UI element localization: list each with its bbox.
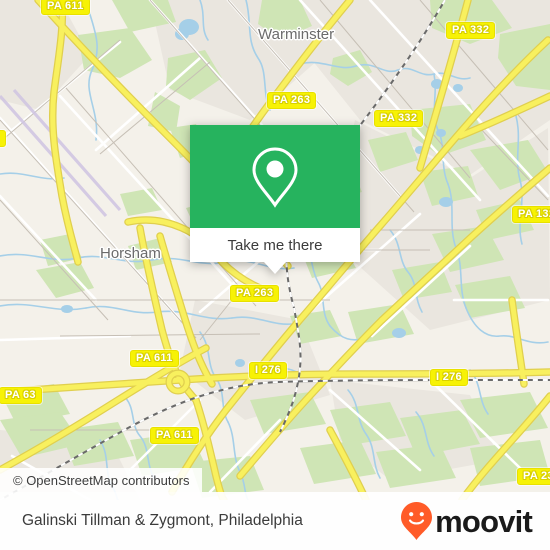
moovit-smiley-pin-icon bbox=[401, 502, 433, 540]
footer-bar: Galinski Tillman & Zygmont, Philadelphia… bbox=[0, 492, 550, 550]
location-callout-card[interactable]: Take me there bbox=[190, 125, 360, 274]
road-shield-i-276-west[interactable]: I 276 bbox=[249, 362, 287, 379]
road-shield-pa-332-south[interactable]: PA 332 bbox=[374, 110, 424, 127]
callout-tail-pointer bbox=[264, 262, 286, 274]
road-shield-pa-232[interactable]: PA 232 bbox=[517, 468, 550, 485]
road-shield-pa-63[interactable]: PA 63 bbox=[0, 387, 42, 404]
road-shield-pa-611-south[interactable]: PA 611 bbox=[150, 427, 199, 444]
map-pin-icon bbox=[252, 146, 298, 208]
attribution-text: © OpenStreetMap contributors bbox=[13, 472, 190, 488]
moovit-wordmark: moovit bbox=[435, 503, 533, 539]
location-title: Galinski Tillman & Zygmont, Philadelphia bbox=[22, 512, 303, 529]
road-shield-pa-132[interactable]: PA 132 bbox=[512, 206, 550, 223]
moovit-brand[interactable]: moovit bbox=[400, 501, 533, 541]
place-label-horsham: Horsham bbox=[100, 245, 161, 262]
map-screenshot: Warminster Horsham PA 611 PA 332 PA 263 … bbox=[0, 0, 550, 550]
road-shield-pa-332-north[interactable]: PA 332 bbox=[446, 22, 496, 39]
road-shield-i-276-east[interactable]: I 276 bbox=[430, 369, 468, 386]
road-shield-pa-611-north[interactable]: PA 611 bbox=[41, 0, 90, 15]
road-shield-pa-263-north[interactable]: PA 263 bbox=[267, 92, 317, 109]
road-shield-clipped-left[interactable] bbox=[0, 130, 6, 147]
map-canvas[interactable]: Warminster Horsham PA 611 PA 332 PA 263 … bbox=[0, 0, 550, 500]
take-me-there-label: Take me there bbox=[227, 236, 323, 254]
road-shield-pa-263-south[interactable]: PA 263 bbox=[230, 285, 280, 302]
place-label-warminster: Warminster bbox=[258, 26, 335, 43]
map-attribution[interactable]: © OpenStreetMap contributors bbox=[0, 468, 202, 492]
take-me-there-button[interactable]: Take me there bbox=[190, 228, 360, 262]
road-shield-pa-611-mid[interactable]: PA 611 bbox=[130, 350, 179, 367]
callout-header bbox=[190, 125, 360, 228]
